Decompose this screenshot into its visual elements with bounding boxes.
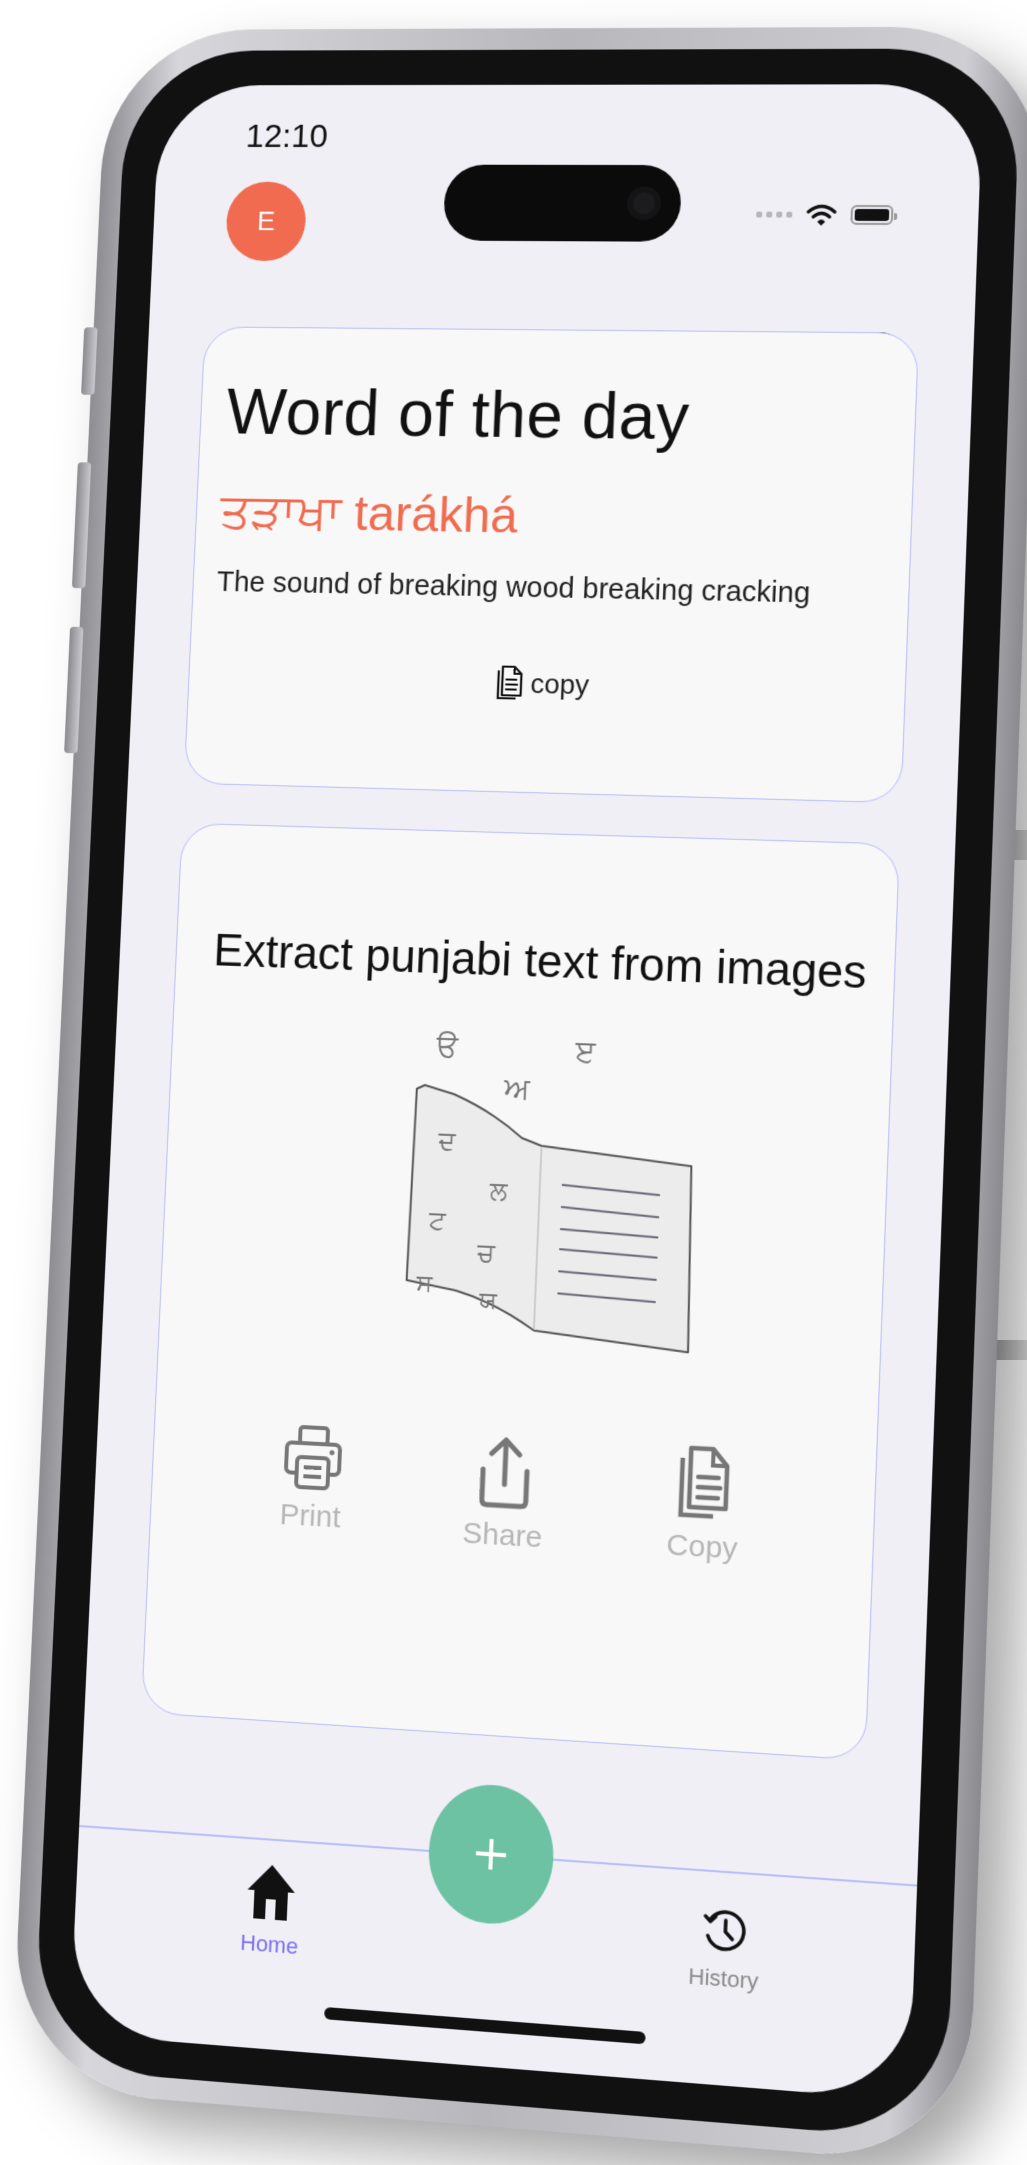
phone-frame: 12:10 E ? Wor bbox=[10, 26, 1027, 2165]
letter-lalla: ਲ bbox=[488, 1177, 508, 1208]
copy-document-icon bbox=[494, 664, 525, 702]
share-button[interactable]: Share bbox=[462, 1432, 547, 1556]
plus-icon bbox=[472, 1835, 510, 1874]
copy-text-label: Copy bbox=[665, 1528, 739, 1566]
dynamic-island bbox=[442, 164, 683, 242]
nav-item-history[interactable]: History bbox=[688, 1906, 761, 1996]
action-button bbox=[81, 327, 98, 395]
home-icon bbox=[246, 1863, 297, 1922]
user-avatar[interactable]: E bbox=[224, 181, 308, 262]
word-of-day-definition: The sound of breaking wood breaking crac… bbox=[216, 566, 811, 610]
letter-chacha: ਚ bbox=[476, 1238, 497, 1269]
copy-word-label: copy bbox=[529, 668, 590, 701]
word-of-day-term: ਤੜਾਖਾ tarákhá bbox=[218, 483, 520, 544]
letter-oora: ੳ bbox=[435, 1029, 460, 1065]
volume-up-button bbox=[71, 462, 92, 589]
book-outline bbox=[404, 1085, 698, 1353]
app-screen: 12:10 E ? Wor bbox=[69, 84, 984, 2101]
avatar-initial: E bbox=[256, 205, 276, 236]
copy-word-button[interactable]: copy bbox=[189, 658, 906, 712]
printer-icon bbox=[281, 1422, 345, 1493]
share-label: Share bbox=[461, 1516, 544, 1555]
letter-aira: ਅ bbox=[502, 1071, 531, 1107]
extract-text-card[interactable]: Extract punjabi text from images ੳ ੲ ਅ ਦ… bbox=[140, 822, 901, 1761]
copy-text-button[interactable]: Copy bbox=[666, 1443, 742, 1567]
nav-label-history: History bbox=[687, 1963, 759, 1995]
share-icon bbox=[475, 1433, 534, 1513]
word-of-the-day-card: Word of the day ਤੜਾਖਾ tarákhá The sound … bbox=[183, 326, 920, 804]
print-button[interactable]: Print bbox=[279, 1422, 345, 1544]
extract-actions: Print Share Copy bbox=[150, 1415, 876, 1575]
word-of-day-title: Word of the day bbox=[224, 375, 691, 454]
bezel: 12:10 E ? Wor bbox=[32, 48, 1022, 2142]
status-icons bbox=[756, 203, 894, 227]
home-indicator[interactable] bbox=[324, 2006, 646, 2045]
nav-label-home: Home bbox=[239, 1929, 299, 1960]
device-stage: 12:10 E ? Wor bbox=[0, 0, 1027, 2165]
history-clock-icon bbox=[701, 1906, 750, 1957]
book-illustration: ੳ ੲ ਅ ਦ ਲ ਟ ਚ ਸ ਯ bbox=[383, 1029, 717, 1393]
copy-document-icon bbox=[675, 1443, 735, 1523]
letter-dadda: ਦ bbox=[437, 1126, 457, 1157]
wifi-icon bbox=[806, 204, 836, 226]
signal-dots-icon bbox=[756, 211, 793, 218]
status-time: 12:10 bbox=[245, 117, 329, 155]
nav-item-home[interactable]: Home bbox=[240, 1861, 302, 1960]
add-button[interactable] bbox=[426, 1780, 557, 1929]
letter-yayya: ਯ bbox=[478, 1286, 498, 1315]
camera-icon bbox=[626, 186, 662, 221]
volume-down-button bbox=[64, 626, 84, 754]
letter-tainka: ਟ bbox=[427, 1206, 447, 1237]
letter-eeri: ੲ bbox=[574, 1034, 597, 1070]
letter-sassa: ਸ bbox=[415, 1268, 434, 1297]
print-label: Print bbox=[279, 1497, 342, 1535]
battery-icon bbox=[850, 204, 894, 225]
extract-title: Extract punjabi text from images bbox=[212, 923, 868, 999]
